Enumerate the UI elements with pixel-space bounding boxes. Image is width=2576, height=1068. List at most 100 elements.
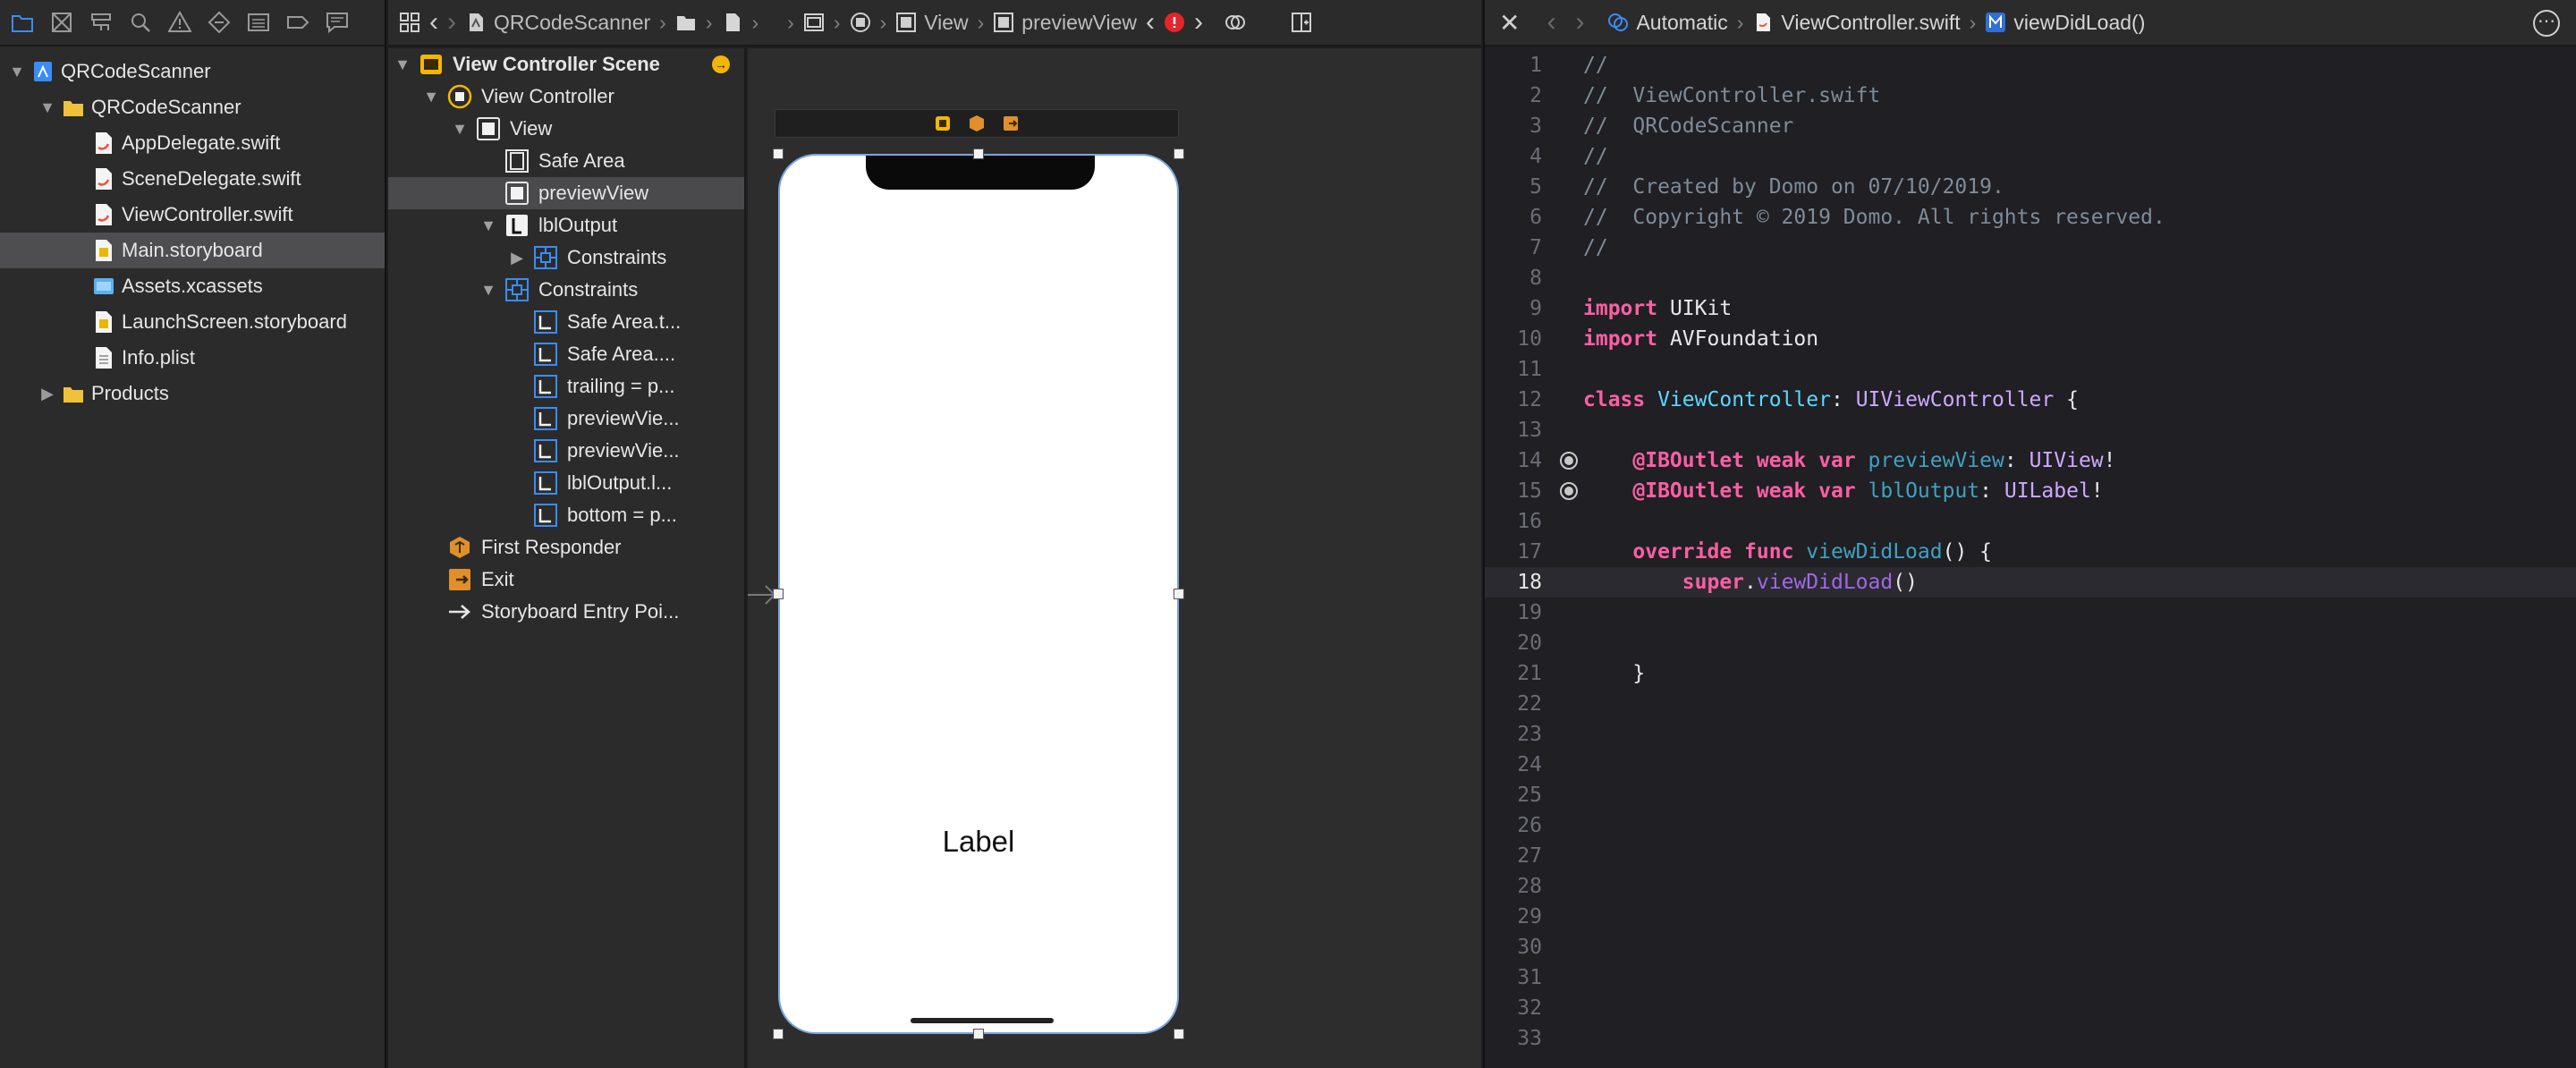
symbol-navigator-tab[interactable] [88,9,114,36]
iphone-scene-view[interactable]: Label [778,154,1179,1034]
file-tree-item[interactable]: ViewController.swift [0,197,385,233]
adjust-editor-button[interactable] [1224,12,1246,33]
outline-item[interactable]: Exit [388,564,744,596]
issue-navigator-tab[interactable] [166,9,193,36]
code-line[interactable]: 25 [1485,780,2576,810]
jump-scene[interactable] [803,12,825,33]
outline-item[interactable]: ▼ View Controller [388,81,744,113]
error-indicator[interactable] [1164,12,1185,33]
disclosure-triangle-icon[interactable]: ▼ [451,120,469,139]
chevron-left-icon[interactable]: ‹ [1546,7,1555,38]
disclosure-triangle-icon[interactable]: ▼ [422,88,440,106]
code-line[interactable]: 5 // Created by Domo on 07/10/2019. [1485,172,2576,202]
close-icon[interactable]: ✕ [1499,8,1520,38]
code-line[interactable]: 33 [1485,1023,2576,1054]
jump-method[interactable]: viewDidLoad() [1985,11,2145,35]
code-line[interactable]: 4 // [1485,141,2576,172]
disclosure-triangle-icon[interactable]: ▼ [38,97,57,117]
jump-preview-view[interactable]: previewView [993,11,1137,35]
code-line[interactable]: 6 // Copyright © 2019 Domo. All rights re… [1485,202,2576,233]
file-tree-item[interactable]: ▼ QRCodeScanner [0,89,385,125]
source-code[interactable]: 1 // 2 // ViewController.swift 3 // QRCodeSca… [1485,50,2576,1054]
jump-storyboard[interactable] [722,12,743,33]
code-line[interactable]: 22 [1485,689,2576,719]
more-options-icon[interactable]: ⋯ [2533,10,2560,37]
code-line[interactable]: 7 // [1485,233,2576,263]
outline-item[interactable]: First Responder [388,531,744,564]
outline-item[interactable]: ▼ lblOutput [388,209,744,242]
file-tree-item[interactable]: AppDelegate.swift [0,125,385,161]
code-line[interactable]: 23 [1485,719,2576,750]
disclosure-triangle-icon[interactable]: ▼ [394,55,411,74]
code-line[interactable]: 13 [1485,415,2576,445]
code-line[interactable]: 30 [1485,932,2576,962]
exit-icon[interactable] [1002,114,1020,132]
code-line[interactable]: 28 [1485,871,2576,902]
outlet-connection-icon[interactable] [1560,482,1578,500]
file-tree-item[interactable]: Assets.xcassets [0,268,385,304]
disclosure-triangle-icon[interactable]: ▶ [38,384,57,403]
outline-item[interactable]: previewVie... [388,403,744,435]
code-line[interactable]: 24 [1485,750,2576,780]
jump-view[interactable]: View [895,11,969,35]
outline-item[interactable]: previewView [388,177,744,209]
file-tree-item[interactable]: ▶ Products [0,376,385,411]
file-tree-item[interactable]: LaunchScreen.storyboard [0,304,385,340]
jump-automatic[interactable]: Automatic [1607,11,1728,35]
report-navigator-tab[interactable] [324,9,351,36]
file-tree-item[interactable]: Info.plist [0,340,385,376]
code-line[interactable]: 10 import AVFoundation [1485,324,2576,354]
outline-item[interactable]: lblOutput.l... [388,467,744,499]
test-navigator-tab[interactable] [206,9,233,36]
outline-item[interactable]: ▼ Constraints [388,274,744,306]
outline-item[interactable]: ▼ View [388,113,744,145]
code-line[interactable]: 16 [1485,506,2576,537]
jump-project[interactable]: QRCodeScanner [465,11,650,35]
resize-handle[interactable] [1174,1029,1184,1039]
outline-item[interactable]: Storyboard Entry Poi... [388,596,744,628]
disclosure-triangle-icon[interactable]: ▼ [479,281,497,300]
code-line[interactable]: 2 // ViewController.swift [1485,81,2576,111]
source-control-tab[interactable] [48,9,75,36]
view-controller-icon[interactable] [934,114,952,132]
code-line[interactable]: 14 @IBOutlet weak var previewView: UIVie… [1485,445,2576,476]
first-responder-icon[interactable] [968,114,986,132]
code-line[interactable]: 9 import UIKit [1485,293,2576,324]
next-issue-button[interactable]: › [1194,7,1203,38]
disclosure-triangle-icon[interactable]: ▶ [508,249,526,267]
storyboard-canvas[interactable]: Label [748,48,1481,1068]
resize-handle[interactable] [1174,589,1184,599]
jump-folder[interactable] [675,12,697,33]
jump-file[interactable]: ViewController.swift [1752,11,1961,35]
outline-item[interactable]: ▼ View Controller Scene → [388,48,744,81]
file-tree-item[interactable]: Main.storyboard [0,233,385,268]
file-tree-item[interactable]: ▼ QRCodeScanner [0,54,385,89]
outline-item[interactable]: previewVie... [388,435,744,467]
code-line[interactable]: 20 [1485,628,2576,658]
outlet-connection-icon[interactable] [1560,452,1578,470]
code-line[interactable]: 19 [1485,598,2576,628]
code-line[interactable]: 8 [1485,263,2576,293]
jump-view-controller[interactable] [850,12,871,33]
related-items-button[interactable] [399,12,420,33]
project-navigator-tab[interactable] [9,9,36,36]
code-line[interactable]: 1 // [1485,50,2576,81]
outline-item[interactable]: Safe Area [388,145,744,177]
resize-handle[interactable] [773,589,784,599]
add-editor-button[interactable] [1291,12,1312,33]
outline-item[interactable]: Safe Area.t... [388,306,744,338]
code-line[interactable]: 29 [1485,902,2576,932]
lbl-output[interactable]: Label [780,825,1177,859]
chevron-right-icon[interactable]: › [1575,7,1584,38]
code-line[interactable]: 15 @IBOutlet weak var lblOutput: UILabel… [1485,476,2576,506]
code-line[interactable]: 11 [1485,354,2576,385]
find-navigator-tab[interactable] [127,9,154,36]
code-line[interactable]: 26 [1485,810,2576,841]
code-line[interactable]: 3 // QRCodeScanner [1485,111,2576,141]
resize-handle[interactable] [973,1029,984,1039]
code-line[interactable]: 31 [1485,962,2576,993]
outline-item[interactable]: bottom = p... [388,499,744,531]
code-line[interactable]: 27 [1485,841,2576,871]
resize-handle[interactable] [973,148,984,159]
code-line[interactable]: 18 super.viewDidLoad() [1485,567,2576,598]
